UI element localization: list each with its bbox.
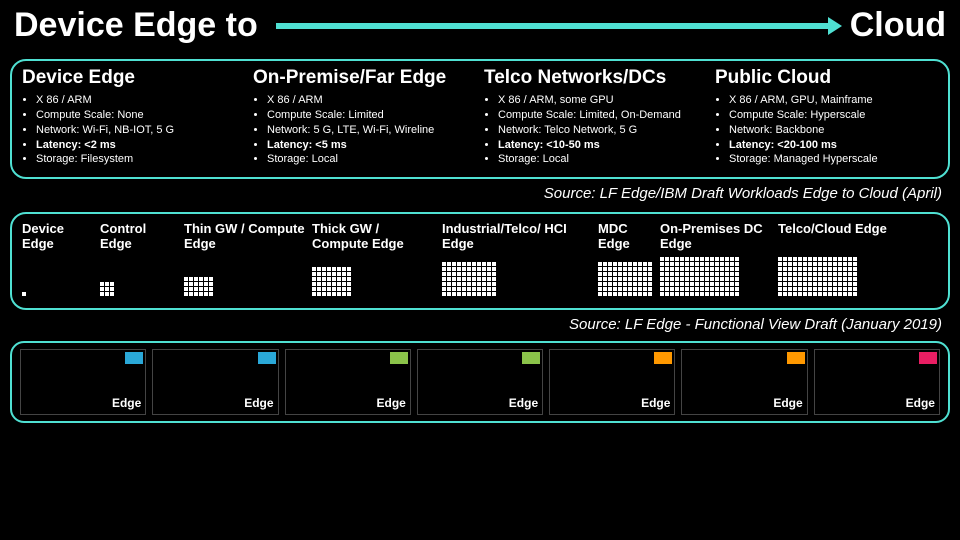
list-item: Latency: <10-50 ms (498, 138, 707, 153)
tier-label: MDC Edge (598, 222, 654, 251)
list-item: Latency: <20-100 ms (729, 138, 938, 153)
column-heading: On-Premise/Far Edge (253, 67, 476, 89)
accent-swatch (125, 352, 143, 364)
tier-icons-row (22, 257, 938, 296)
server-grid-icon (184, 277, 213, 296)
accent-swatch (390, 352, 408, 364)
list-item: Storage: Local (267, 152, 476, 167)
server-grid-icon (100, 282, 114, 296)
column-list: X 86 / ARM, some GPUCompute Scale: Limit… (484, 93, 707, 167)
accent-swatch (919, 352, 937, 364)
tier-icon-slot (22, 292, 94, 296)
accent-swatch (787, 352, 805, 364)
edge-label: Edge (509, 396, 538, 410)
column: Device Edge X 86 / ARMCompute Scale: None… (22, 67, 245, 167)
functional-box: Device EdgeControl EdgeThin GW / Compute… (10, 212, 950, 310)
bottom-tile: Edge (152, 349, 278, 415)
column-list: X 86 / ARMCompute Scale: LimitedNetwork:… (253, 93, 476, 167)
column-list: X 86 / ARMCompute Scale: NoneNetwork: Wi… (22, 93, 245, 167)
list-item: X 86 / ARM, some GPU (498, 93, 707, 108)
accent-swatch (258, 352, 276, 364)
list-item: Network: Telco Network, 5 G (498, 123, 707, 138)
list-item: X 86 / ARM (36, 93, 245, 108)
tier-label: Thin GW / Compute Edge (184, 222, 306, 251)
tier-labels-row: Device EdgeControl EdgeThin GW / Compute… (22, 222, 938, 251)
edge-label: Edge (906, 396, 935, 410)
bottom-tile: Edge (20, 349, 146, 415)
tier-label: On-Premises DC Edge (660, 222, 772, 251)
column-heading: Public Cloud (715, 67, 938, 89)
list-item: Network: Backbone (729, 123, 938, 138)
title-row: Device Edge to Cloud (0, 0, 960, 45)
title-left: Device Edge to (14, 6, 258, 45)
list-item: Latency: <2 ms (36, 138, 245, 153)
edge-label: Edge (377, 396, 406, 410)
bottom-tile: Edge (417, 349, 543, 415)
tier-label: Telco/Cloud Edge (778, 222, 888, 251)
edge-label: Edge (641, 396, 670, 410)
bottom-tile: Edge (285, 349, 411, 415)
accent-swatch (522, 352, 540, 364)
list-item: Storage: Managed Hyperscale (729, 152, 938, 167)
source-1: Source: LF Edge/IBM Draft Workloads Edge… (0, 183, 960, 202)
title-arrow-icon (276, 23, 832, 29)
bottom-tile: Edge (814, 349, 940, 415)
bottom-tiles-box: Edge Edge Edge Edge Edge Edge Edge (10, 341, 950, 423)
list-item: Compute Scale: None (36, 108, 245, 123)
accent-swatch (654, 352, 672, 364)
column-heading: Device Edge (22, 67, 245, 89)
server-grid-icon (22, 292, 26, 296)
list-item: Storage: Local (498, 152, 707, 167)
bottom-tile: Edge (549, 349, 675, 415)
title-right: Cloud (850, 6, 946, 45)
column-heading: Telco Networks/DCs (484, 67, 707, 89)
tier-label: Industrial/Telco/ HCI Edge (442, 222, 592, 251)
server-grid-icon (442, 262, 496, 296)
list-item: Compute Scale: Limited (267, 108, 476, 123)
list-item: Network: Wi-Fi, NB-IOT, 5 G (36, 123, 245, 138)
list-item: Storage: Filesystem (36, 152, 245, 167)
tier-icon-slot (660, 257, 772, 296)
tier-icon-slot (184, 277, 306, 296)
server-grid-icon (778, 257, 857, 296)
edge-label: Edge (773, 396, 802, 410)
edge-label: Edge (244, 396, 273, 410)
server-grid-icon (660, 257, 739, 296)
tier-icon-slot (778, 257, 888, 296)
tier-icon-slot (598, 262, 654, 296)
column-list: X 86 / ARM, GPU, MainframeCompute Scale:… (715, 93, 938, 167)
server-grid-icon (312, 267, 351, 296)
tier-label: Control Edge (100, 222, 178, 251)
list-item: Network: 5 G, LTE, Wi-Fi, Wireline (267, 123, 476, 138)
list-item: Compute Scale: Limited, On-Demand (498, 108, 707, 123)
tier-icon-slot (442, 262, 592, 296)
column: Telco Networks/DCs X 86 / ARM, some GPUCo… (484, 67, 707, 167)
tier-label: Device Edge (22, 222, 94, 251)
tier-label: Thick GW / Compute Edge (312, 222, 436, 251)
edge-label: Edge (112, 396, 141, 410)
column: On-Premise/Far Edge X 86 / ARMCompute Sca… (253, 67, 476, 167)
source-2: Source: LF Edge - Functional View Draft … (0, 314, 960, 333)
list-item: X 86 / ARM (267, 93, 476, 108)
server-grid-icon (598, 262, 652, 296)
list-item: Latency: <5 ms (267, 138, 476, 153)
bottom-tile: Edge (681, 349, 807, 415)
list-item: X 86 / ARM, GPU, Mainframe (729, 93, 938, 108)
list-item: Compute Scale: Hyperscale (729, 108, 938, 123)
tier-icon-slot (100, 282, 178, 296)
workloads-box: Device EdgeX 86 / ARMCompute Scale: None… (10, 59, 950, 179)
tier-icon-slot (312, 267, 436, 296)
column: Public Cloud X 86 / ARM, GPU, MainframeCo… (715, 67, 938, 167)
